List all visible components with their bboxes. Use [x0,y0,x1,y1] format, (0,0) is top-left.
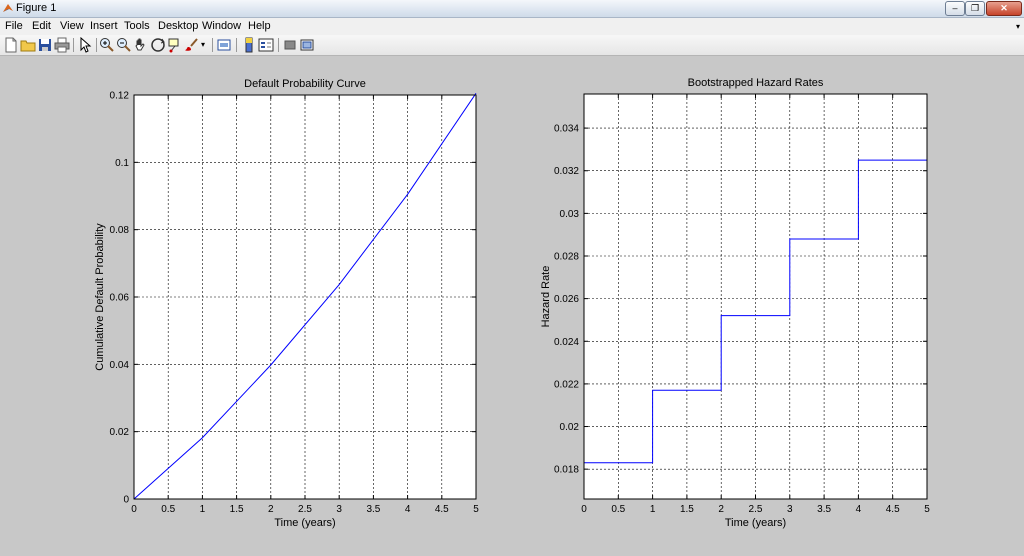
x-tick-label: 5 [473,504,479,515]
pan-icon[interactable] [133,37,149,53]
figure-canvas: 0 0.5 1 1.5 2 2.5 3 3.5 4 4.5 5 0 0.02 0.04 0.06 0.08 0.… [0,56,1024,553]
chart-title: Bootstrapped Hazard Rates [688,77,824,89]
x-tick-label: 3 [336,504,342,515]
menu-help[interactable]: Help [248,20,271,32]
y-tick-label: 0.022 [554,379,579,390]
new-figure-icon[interactable] [3,37,19,53]
open-file-icon[interactable] [20,37,36,53]
menu-bar: File Edit View Insert Tools Desktop Wind… [0,18,1024,35]
window-title-bar: Figure 1 – ❐ ✕ [0,0,1024,18]
y-tick-label: 0 [123,495,129,506]
x-tick-label: 3.5 [817,504,831,515]
zoom-out-icon[interactable] [116,37,132,53]
maximize-button[interactable]: ❐ [965,1,985,16]
y-tick-label: 0.02 [560,422,580,433]
y-tick-label: 0.06 [110,293,130,304]
toolbar-separator [96,38,97,52]
x-tick-label: 0.5 [161,504,175,515]
axes-1: 0 0.5 1 1.5 2 2.5 3 3.5 4 4.5 5 0 0.02 0.04 0.06 0.08 0.… [94,78,479,529]
y-tick-label: 0.024 [554,337,579,348]
y-tick-label: 0.1 [115,158,129,169]
x-tick-label: 5 [924,504,930,515]
brush-dropdown-icon[interactable]: ▾ [201,40,205,49]
y-tick-label: 0.032 [554,166,579,177]
x-tick-label: 1 [200,504,206,515]
toolbar-separator [236,38,237,52]
y-tick-label: 0.04 [110,360,130,371]
colorbar-icon[interactable] [241,37,257,53]
close-button[interactable]: ✕ [986,1,1022,16]
y-tick-label: 0.12 [110,91,130,102]
toolbar-separator [278,38,279,52]
pointer-icon[interactable] [77,37,93,53]
brush-icon[interactable] [184,37,200,53]
save-icon[interactable] [37,37,53,53]
zoom-in-icon[interactable] [99,37,115,53]
y-tick-label: 0.026 [554,294,579,305]
x-tick-label: 2 [718,504,724,515]
x-tick-label: 2.5 [749,504,763,515]
toolbar-separator [212,38,213,52]
menu-desktop[interactable]: Desktop [158,20,198,32]
show-plot-tools-icon[interactable] [299,37,315,53]
menu-tools[interactable]: Tools [124,20,150,32]
y-axis-label: Cumulative Default Probability [94,223,106,371]
figure-toolbar: ▾ [0,35,1024,56]
x-tick-label: 4.5 [435,504,449,515]
axes-2: 0 0.5 1 1.5 2 2.5 3 3.5 4 4.5 5 0.018 0.02 0.022 0.024… [540,77,930,529]
data-cursor-icon[interactable] [167,37,183,53]
y-tick-label: 0.03 [560,209,580,220]
menu-insert[interactable]: Insert [90,20,118,32]
print-icon[interactable] [54,37,70,53]
x-tick-label: 3.5 [366,504,380,515]
x-axis-label: Time (years) [725,517,786,529]
menu-view[interactable]: View [60,20,84,32]
x-tick-label: 0 [131,504,137,515]
y-tick-label: 0.02 [110,427,130,438]
minimize-button[interactable]: – [945,1,965,16]
chart-title: Default Probability Curve [244,78,366,90]
matlab-logo-icon [2,2,14,14]
y-tick-label: 0.028 [554,252,579,263]
y-axis-label: Hazard Rate [540,266,552,328]
y-tick-label: 0.08 [110,225,130,236]
x-tick-label: 1 [650,504,656,515]
x-tick-label: 4.5 [886,504,900,515]
x-tick-label: 0 [581,504,587,515]
x-tick-label: 4 [405,504,411,515]
x-tick-label: 2.5 [298,504,312,515]
x-tick-label: 3 [787,504,793,515]
y-tick-label: 0.034 [554,124,579,135]
legend-icon[interactable] [258,37,274,53]
figure-svg: 0 0.5 1 1.5 2 2.5 3 3.5 4 4.5 5 0 0.02 0.04 0.06 0.08 0.… [0,56,1024,553]
menu-overflow-arrow-icon[interactable]: ▾ [1016,22,1020,31]
x-axis-label: Time (years) [274,517,335,529]
x-tick-label: 0.5 [611,504,625,515]
menu-window[interactable]: Window [202,20,241,32]
x-tick-label: 4 [856,504,862,515]
toolbar-separator [73,38,74,52]
x-tick-label: 1.5 [230,504,244,515]
rotate-3d-icon[interactable] [150,37,166,53]
hide-plot-tools-icon[interactable] [282,37,298,53]
window-title: Figure 1 [16,2,56,14]
x-tick-label: 1.5 [680,504,694,515]
menu-file[interactable]: File [5,20,23,32]
menu-edit[interactable]: Edit [32,20,51,32]
x-tick-label: 2 [268,504,274,515]
link-plot-icon[interactable] [216,37,232,53]
y-tick-label: 0.018 [554,465,579,476]
